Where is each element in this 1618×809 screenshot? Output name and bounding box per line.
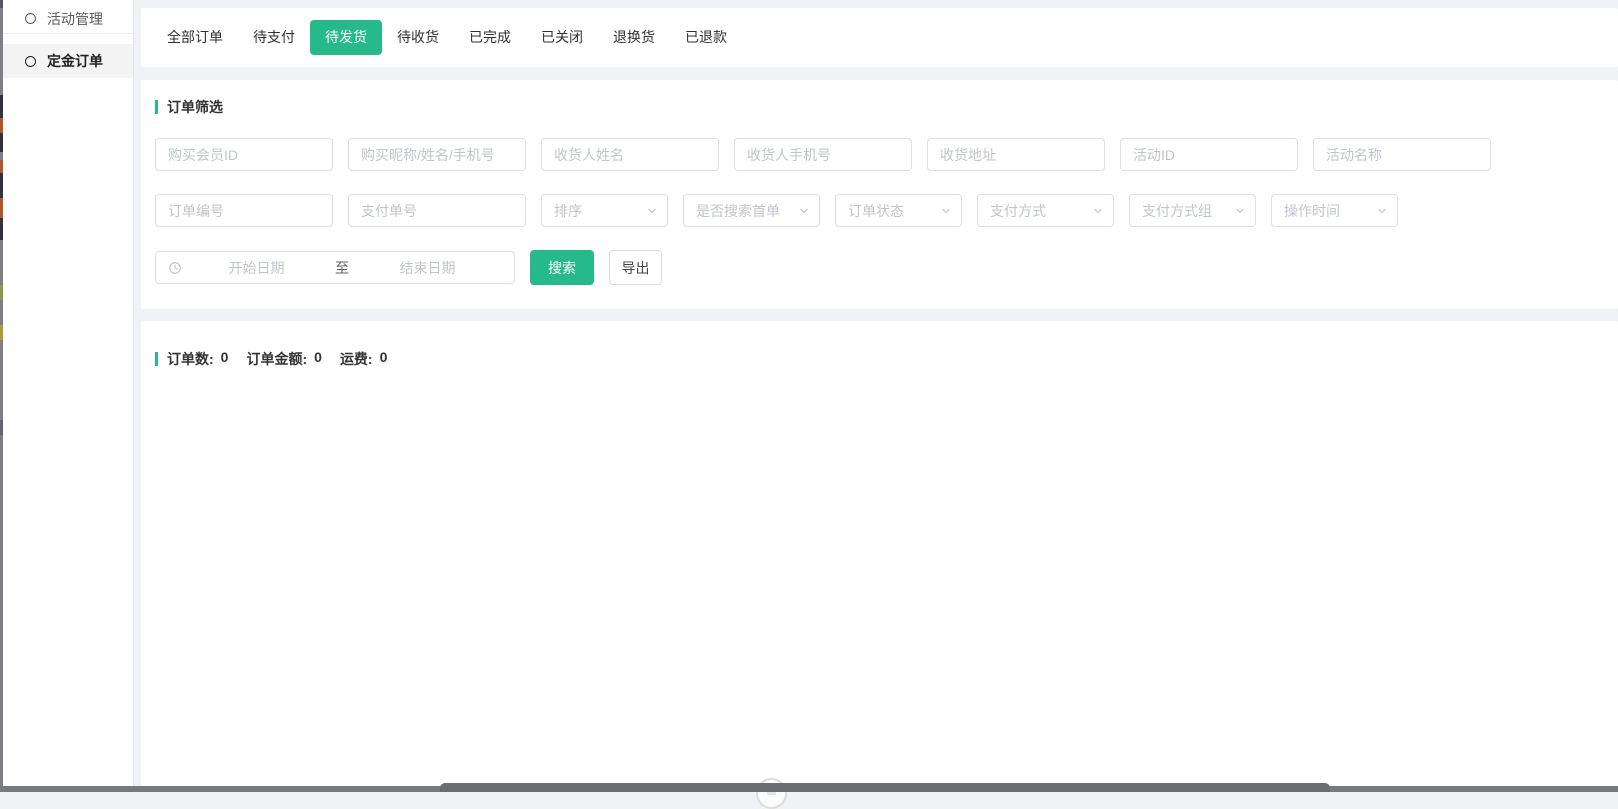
order-number-input[interactable] [155,194,333,227]
hidden-taskbar-segment [440,783,1330,792]
filter-row-3: 开始日期 至 结束日期 搜索 导出 [155,250,1604,285]
filter-row-1 [155,138,1604,171]
tab-closed[interactable]: 已关闭 [526,20,598,55]
stat-label: 订单金额: [246,349,307,369]
order-results-panel: 订单数: 0 订单金额: 0 运费: 0 [141,321,1618,792]
chevron-down-icon [1092,205,1104,217]
tab-pending-payment[interactable]: 待支付 [238,20,310,55]
search-button[interactable]: 搜索 [530,250,594,285]
stat-value: 0 [221,349,229,369]
chevron-down-icon [646,205,658,217]
payment-method-group-select[interactable]: 支付方式组 [1129,194,1256,227]
export-button[interactable]: 导出 [609,250,662,285]
activity-name-input[interactable] [1313,138,1491,171]
buyer-nickname-input[interactable] [348,138,526,171]
tab-refunded[interactable]: 已退款 [670,20,742,55]
order-count-stat: 订单数: 0 [167,349,228,369]
order-filter-panel: 订单筛选 排序 是否搜索首单 订单状态 [141,80,1618,309]
sidebar-item-label: 活动管理 [47,9,103,29]
chevron-down-icon [940,205,952,217]
select-placeholder: 订单状态 [848,201,904,221]
order-summary-bar: 订单数: 0 订单金额: 0 运费: 0 [155,349,1604,369]
end-date-placeholder[interactable]: 结束日期 [353,258,502,278]
stat-value: 0 [314,349,322,369]
stat-value: 0 [380,349,388,369]
tab-all-orders[interactable]: 全部订单 [152,20,238,55]
sidebar-item-deposit-orders[interactable]: 定金订单 [3,44,133,78]
consignee-name-input[interactable] [541,138,719,171]
payment-method-select[interactable]: 支付方式 [977,194,1114,227]
stat-label: 运费: [340,349,373,369]
buyer-member-id-input[interactable] [155,138,333,171]
sort-select[interactable]: 排序 [541,194,668,227]
shipping-fee-stat: 运费: 0 [340,349,387,369]
tab-return-exchange[interactable]: 退换货 [598,20,670,55]
operation-time-select[interactable]: 操作时间 [1271,194,1398,227]
tab-pending-shipment[interactable]: 待发货 [310,20,382,55]
filter-section-title: 订单筛选 [155,97,1604,117]
order-status-select[interactable]: 订单状态 [835,194,962,227]
tab-pending-receipt[interactable]: 待收货 [382,20,454,55]
date-range-separator: 至 [331,258,353,278]
select-placeholder: 支付方式 [990,201,1046,221]
select-placeholder: 排序 [554,201,582,221]
section-accent-bar [155,352,158,366]
circle-icon [25,56,36,67]
chevron-down-icon [1376,205,1388,217]
shipping-address-input[interactable] [927,138,1105,171]
activity-id-input[interactable] [1120,138,1298,171]
first-order-search-select[interactable]: 是否搜索首单 [683,194,820,227]
section-accent-bar [155,100,158,114]
chevron-down-icon [798,205,810,217]
select-placeholder: 是否搜索首单 [696,201,780,221]
main-content: 全部订单 待支付 待发货 待收货 已完成 已关闭 退换货 已退款 订单筛选 排序 [134,0,1618,792]
payment-number-input[interactable] [348,194,526,227]
sidebar: 活动管理 定金订单 [3,0,134,792]
sidebar-item-label: 定金订单 [47,51,103,71]
order-status-tab-bar: 全部订单 待支付 待发货 待收货 已完成 已关闭 退换货 已退款 [141,8,1618,67]
stat-label: 订单数: [167,349,214,369]
consignee-phone-input[interactable] [734,138,912,171]
select-placeholder: 支付方式组 [1142,201,1212,221]
filter-title-text: 订单筛选 [167,97,223,117]
filter-row-2: 排序 是否搜索首单 订单状态 支付方式 支付方式组 操作时间 [155,194,1604,227]
tab-completed[interactable]: 已完成 [454,20,526,55]
start-date-placeholder[interactable]: 开始日期 [182,258,331,278]
clock-icon [168,261,182,275]
chevron-down-icon [1234,205,1246,217]
order-amount-stat: 订单金额: 0 [246,349,321,369]
date-range-picker[interactable]: 开始日期 至 结束日期 [155,251,515,284]
select-placeholder: 操作时间 [1284,201,1340,221]
sidebar-item-activity-management[interactable]: 活动管理 [3,4,133,34]
circle-icon [25,13,36,24]
